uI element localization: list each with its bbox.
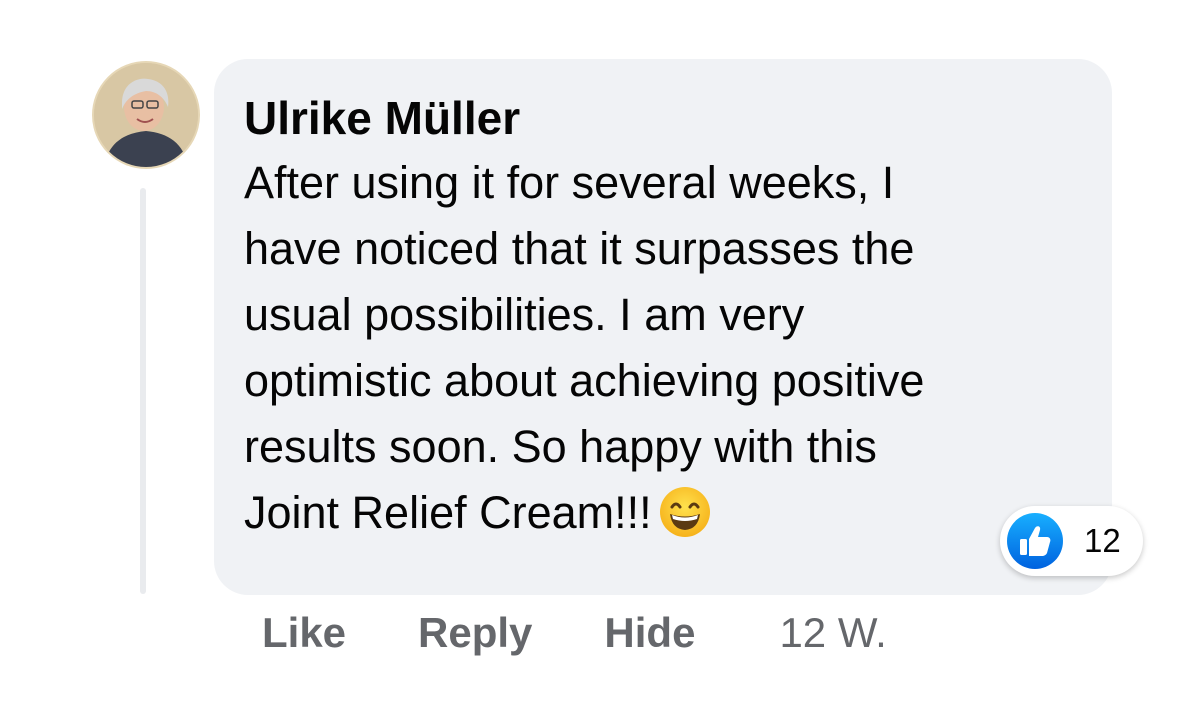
avatar[interactable] <box>92 61 200 169</box>
like-button[interactable]: Like <box>262 609 346 657</box>
comment-text-line-content: Joint Relief Cream!!! <box>244 487 652 538</box>
reply-button[interactable]: Reply <box>418 609 532 657</box>
like-thumbs-up-icon <box>1006 512 1064 570</box>
thread-line <box>140 188 146 594</box>
comment-text-line: optimistic about achieving positive <box>244 355 925 406</box>
comment-text-line: After using it for several weeks, I <box>244 157 895 208</box>
comment-actions: Like Reply Hide 12 W. <box>262 607 887 659</box>
reaction-count: 12 <box>1084 522 1121 559</box>
hide-button[interactable]: Hide <box>604 609 695 657</box>
grinning-face-icon <box>658 485 712 539</box>
avatar-photo <box>94 63 198 167</box>
comment-author[interactable]: Ulrike Müller <box>244 92 520 144</box>
comment-text-line: have noticed that it surpasses the <box>244 223 915 274</box>
comment-text-line: results soon. So happy with this <box>244 421 877 472</box>
comment-timestamp[interactable]: 12 W. <box>779 609 886 657</box>
comment-text: After using it for several weeks, I have… <box>244 150 1064 546</box>
reaction-summary[interactable]: 12 <box>1000 506 1143 576</box>
comment-text-line-last: Joint Relief Cream!!! <box>244 480 1064 546</box>
comment-text-line: usual possibilities. I am very <box>244 289 805 340</box>
